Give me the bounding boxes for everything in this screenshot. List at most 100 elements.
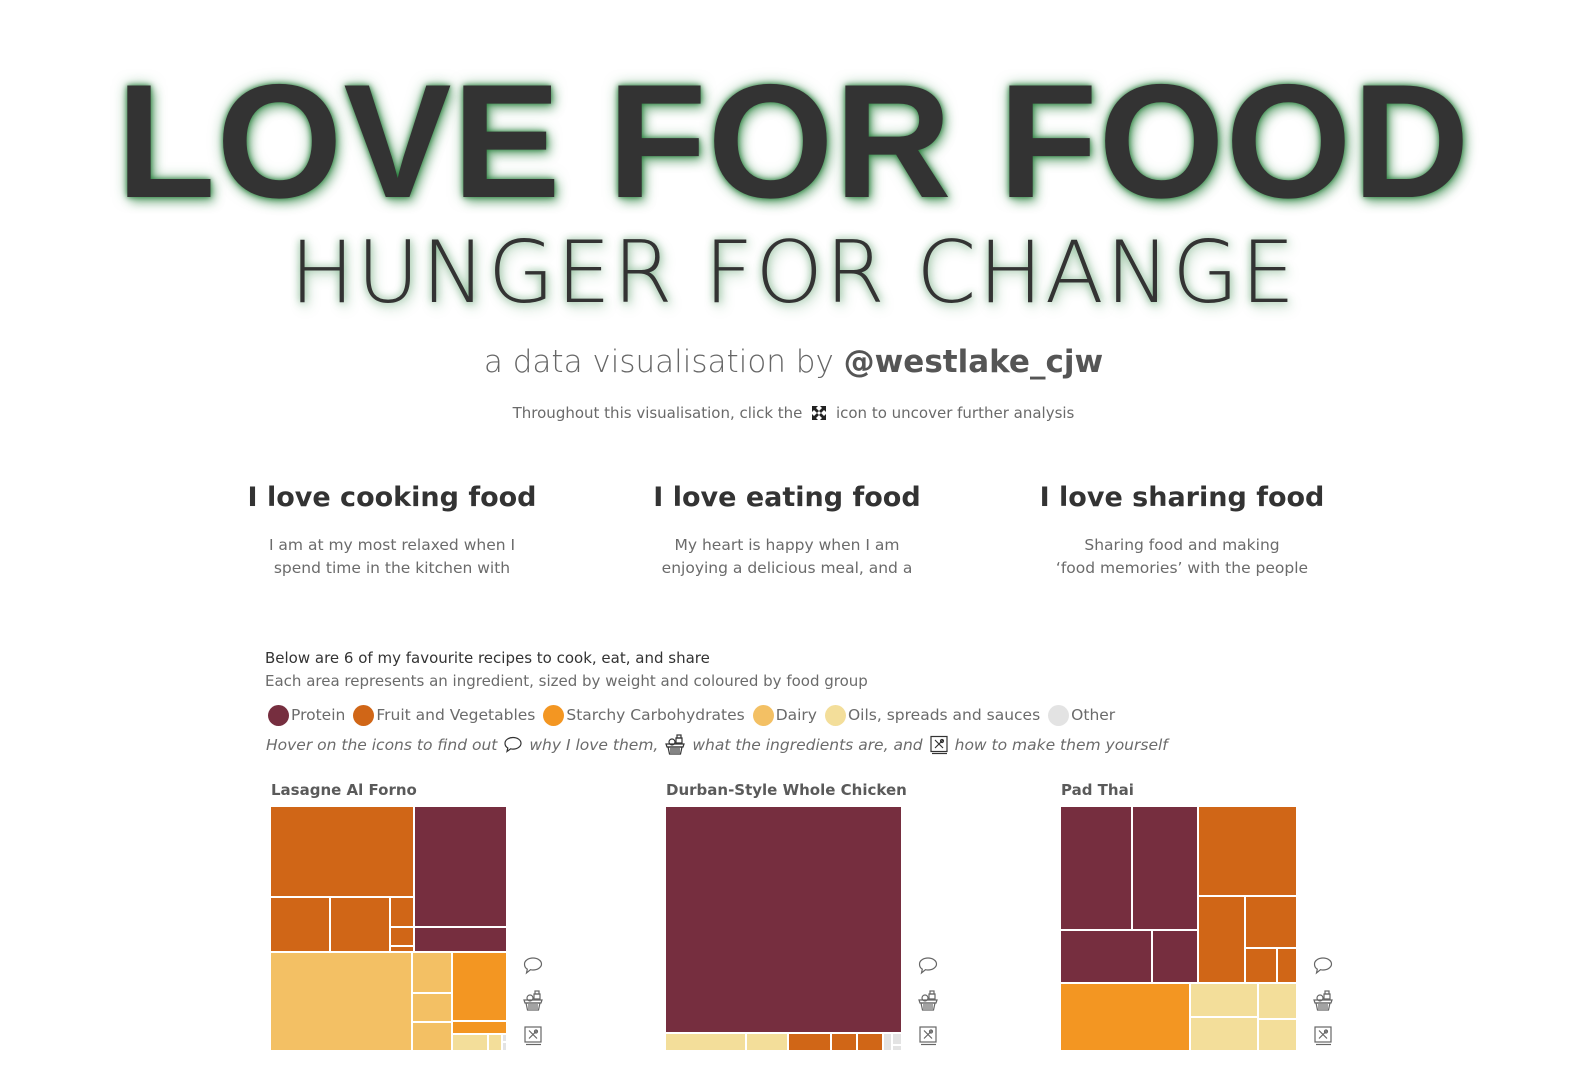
treemap-cell-fruit-and-vegetables[interactable] xyxy=(830,1032,857,1051)
legend-dot xyxy=(353,704,375,726)
eating-more[interactable]: .. xyxy=(657,580,917,592)
eating-text-line: enjoying a delicious meal, and a xyxy=(661,559,913,577)
cooking-text-line: spend time in the kitchen with xyxy=(273,559,511,577)
treemap-cell-dairy[interactable] xyxy=(412,992,453,1022)
treemap-cell-fruit-and-vegetables[interactable] xyxy=(1244,948,1277,983)
recipe-icons-pad-thai xyxy=(1312,955,1336,1060)
treemap-cell-starchy-carbohydrates[interactable] xyxy=(1060,982,1190,1051)
treemap-cell-other[interactable] xyxy=(501,1033,507,1043)
basket-icon[interactable] xyxy=(522,990,544,1012)
recipes-intro-heading: Below are 6 of my favourite recipes to c… xyxy=(265,649,710,667)
legend-dot xyxy=(752,704,774,726)
basket-icon[interactable] xyxy=(917,990,939,1012)
treemap-cell-protein[interactable] xyxy=(1060,806,1132,931)
hover-text: what the ingredients are, and xyxy=(692,736,923,754)
byline: a data visualisation by @westlake_cjw xyxy=(0,340,1587,384)
eating-text-line: My heart is happy when I am xyxy=(674,536,900,554)
treemap-cell-fruit-and-vegetables[interactable] xyxy=(1244,895,1297,949)
legend-dot xyxy=(268,704,289,726)
treemap-cell-protein[interactable] xyxy=(665,806,902,1033)
author-handle: @westlake_cjw xyxy=(843,344,1104,380)
legend-item-protein: Protein xyxy=(268,703,345,727)
legend-label: Dairy xyxy=(775,706,817,724)
food-group-legend: Protein Fruit and Vegetables Starchy Car… xyxy=(268,703,1123,727)
treemap-cell-fruit-and-vegetables[interactable] xyxy=(1276,948,1297,983)
treemap-lasagne[interactable] xyxy=(270,806,507,1051)
treemap-cell-dairy[interactable] xyxy=(412,952,453,993)
treemap-cell-dairy[interactable] xyxy=(412,1021,453,1051)
treemap-durban-chicken[interactable] xyxy=(665,806,902,1051)
legend-label: Fruit and Vegetables xyxy=(376,706,536,724)
treemap-cell-fruit-and-vegetables[interactable] xyxy=(1197,806,1297,896)
speech-bubble-icon[interactable] xyxy=(1312,955,1334,977)
recipe-book-icon[interactable] xyxy=(917,1025,939,1047)
recipe-title-lasagne: Lasagne Al Forno xyxy=(271,781,417,799)
treemap-cell-starchy-carbohydrates[interactable] xyxy=(452,952,507,1021)
treemap-cell-oils-spreads-and-sauces[interactable] xyxy=(665,1032,747,1051)
treemap-cell-oils-spreads-and-sauces[interactable] xyxy=(746,1032,789,1051)
treemap-cell-fruit-and-vegetables[interactable] xyxy=(270,897,330,953)
legend-dot xyxy=(1048,704,1070,726)
speech-bubble-icon xyxy=(504,736,522,753)
page-subtitle: HUNGER FOR CHANGE xyxy=(289,223,1298,323)
recipes-intro-subheading: Each area represents an ingredient, size… xyxy=(265,672,868,690)
treemap-cell-protein[interactable] xyxy=(413,806,507,927)
treemap-cell-oils-spreads-and-sauces[interactable] xyxy=(1258,982,1297,1020)
treemap-cell-oils-spreads-and-sauces[interactable] xyxy=(487,1033,502,1051)
treemap-cell-fruit-and-vegetables[interactable] xyxy=(788,1032,831,1051)
treemap-cell-protein[interactable] xyxy=(413,926,507,953)
treemap-cell-fruit-and-vegetables[interactable] xyxy=(329,897,390,953)
speech-bubble-icon[interactable] xyxy=(522,955,544,977)
hint-before: Throughout this visualisation, click the xyxy=(512,404,803,422)
expand-icon xyxy=(812,406,827,420)
recipe-book-icon[interactable] xyxy=(1312,1025,1334,1047)
treemap-cell-protein[interactable] xyxy=(1151,930,1198,983)
treemap-pad-thai[interactable] xyxy=(1060,806,1297,1051)
recipe-book-icon xyxy=(930,735,948,755)
hint-text: Throughout this visualisation, click the… xyxy=(0,402,1587,424)
sharing-text-line: Sharing food and making xyxy=(1084,536,1280,554)
basket-icon[interactable] xyxy=(1312,990,1334,1012)
treemap-cell-oils-spreads-and-sauces[interactable] xyxy=(452,1033,488,1051)
hover-text: Hover on the icons to find out xyxy=(266,736,498,754)
cooking-more[interactable]: .. xyxy=(262,580,522,592)
treemap-cell-fruit-and-vegetables[interactable] xyxy=(856,1032,883,1051)
legend-dot xyxy=(824,704,846,726)
sharing-heading: I love sharing food xyxy=(1039,482,1325,513)
eating-heading: I love eating food xyxy=(653,482,921,513)
treemap-cell-dairy[interactable] xyxy=(270,952,413,1051)
legend-label: Starchy Carbohydrates xyxy=(566,706,745,724)
treemap-cell-fruit-and-vegetables[interactable] xyxy=(270,806,414,898)
treemap-cell-other[interactable] xyxy=(892,1044,902,1051)
legend-dot xyxy=(543,704,565,726)
treemap-cell-starchy-carbohydrates[interactable] xyxy=(452,1020,507,1034)
treemap-cell-other[interactable] xyxy=(892,1032,902,1045)
treemap-cell-oils-spreads-and-sauces[interactable] xyxy=(1190,1016,1258,1051)
sharing-text-line: ‘food memories’ with the people xyxy=(1055,559,1309,577)
treemap-cell-protein[interactable] xyxy=(1131,806,1198,931)
legend-item-fruit-veg: Fruit and Vegetables xyxy=(353,703,535,727)
recipe-icons-durban-chicken xyxy=(917,955,941,1060)
treemap-cell-oils-spreads-and-sauces[interactable] xyxy=(1190,982,1258,1017)
legend-label: Oils, spreads and sauces xyxy=(847,706,1041,724)
legend-item-starchy-carbs: Starchy Carbohydrates xyxy=(543,703,745,727)
treemap-cell-protein[interactable] xyxy=(1060,930,1152,983)
treemap-cell-fruit-and-vegetables[interactable] xyxy=(389,897,414,927)
cooking-text-line: I am at my most relaxed when I xyxy=(268,536,516,554)
byline-prefix: a data visualisation by xyxy=(483,344,844,380)
legend-item-oils: Oils, spreads and sauces xyxy=(824,703,1041,727)
legend-label: Protein xyxy=(291,706,346,724)
speech-bubble-icon[interactable] xyxy=(917,955,939,977)
treemap-cell-fruit-and-vegetables[interactable] xyxy=(1197,895,1245,983)
hover-text: how to make them yourself xyxy=(954,736,1168,754)
page-title: LOVE FOR FOOD xyxy=(116,51,1471,232)
treemap-cell-fruit-and-vegetables[interactable] xyxy=(389,926,414,947)
treemap-cell-other[interactable] xyxy=(882,1032,893,1051)
treemap-cell-oils-spreads-and-sauces[interactable] xyxy=(1258,1019,1297,1051)
treemap-cell-other[interactable] xyxy=(501,1042,507,1051)
hover-instructions: Hover on the icons to find out why I lov… xyxy=(266,734,1168,756)
sharing-more[interactable]: .. xyxy=(1052,580,1312,592)
cooking-text: I am at my most relaxed when I spend tim… xyxy=(262,534,522,592)
recipe-book-icon[interactable] xyxy=(522,1025,544,1047)
recipe-icons-lasagne xyxy=(522,955,546,1060)
